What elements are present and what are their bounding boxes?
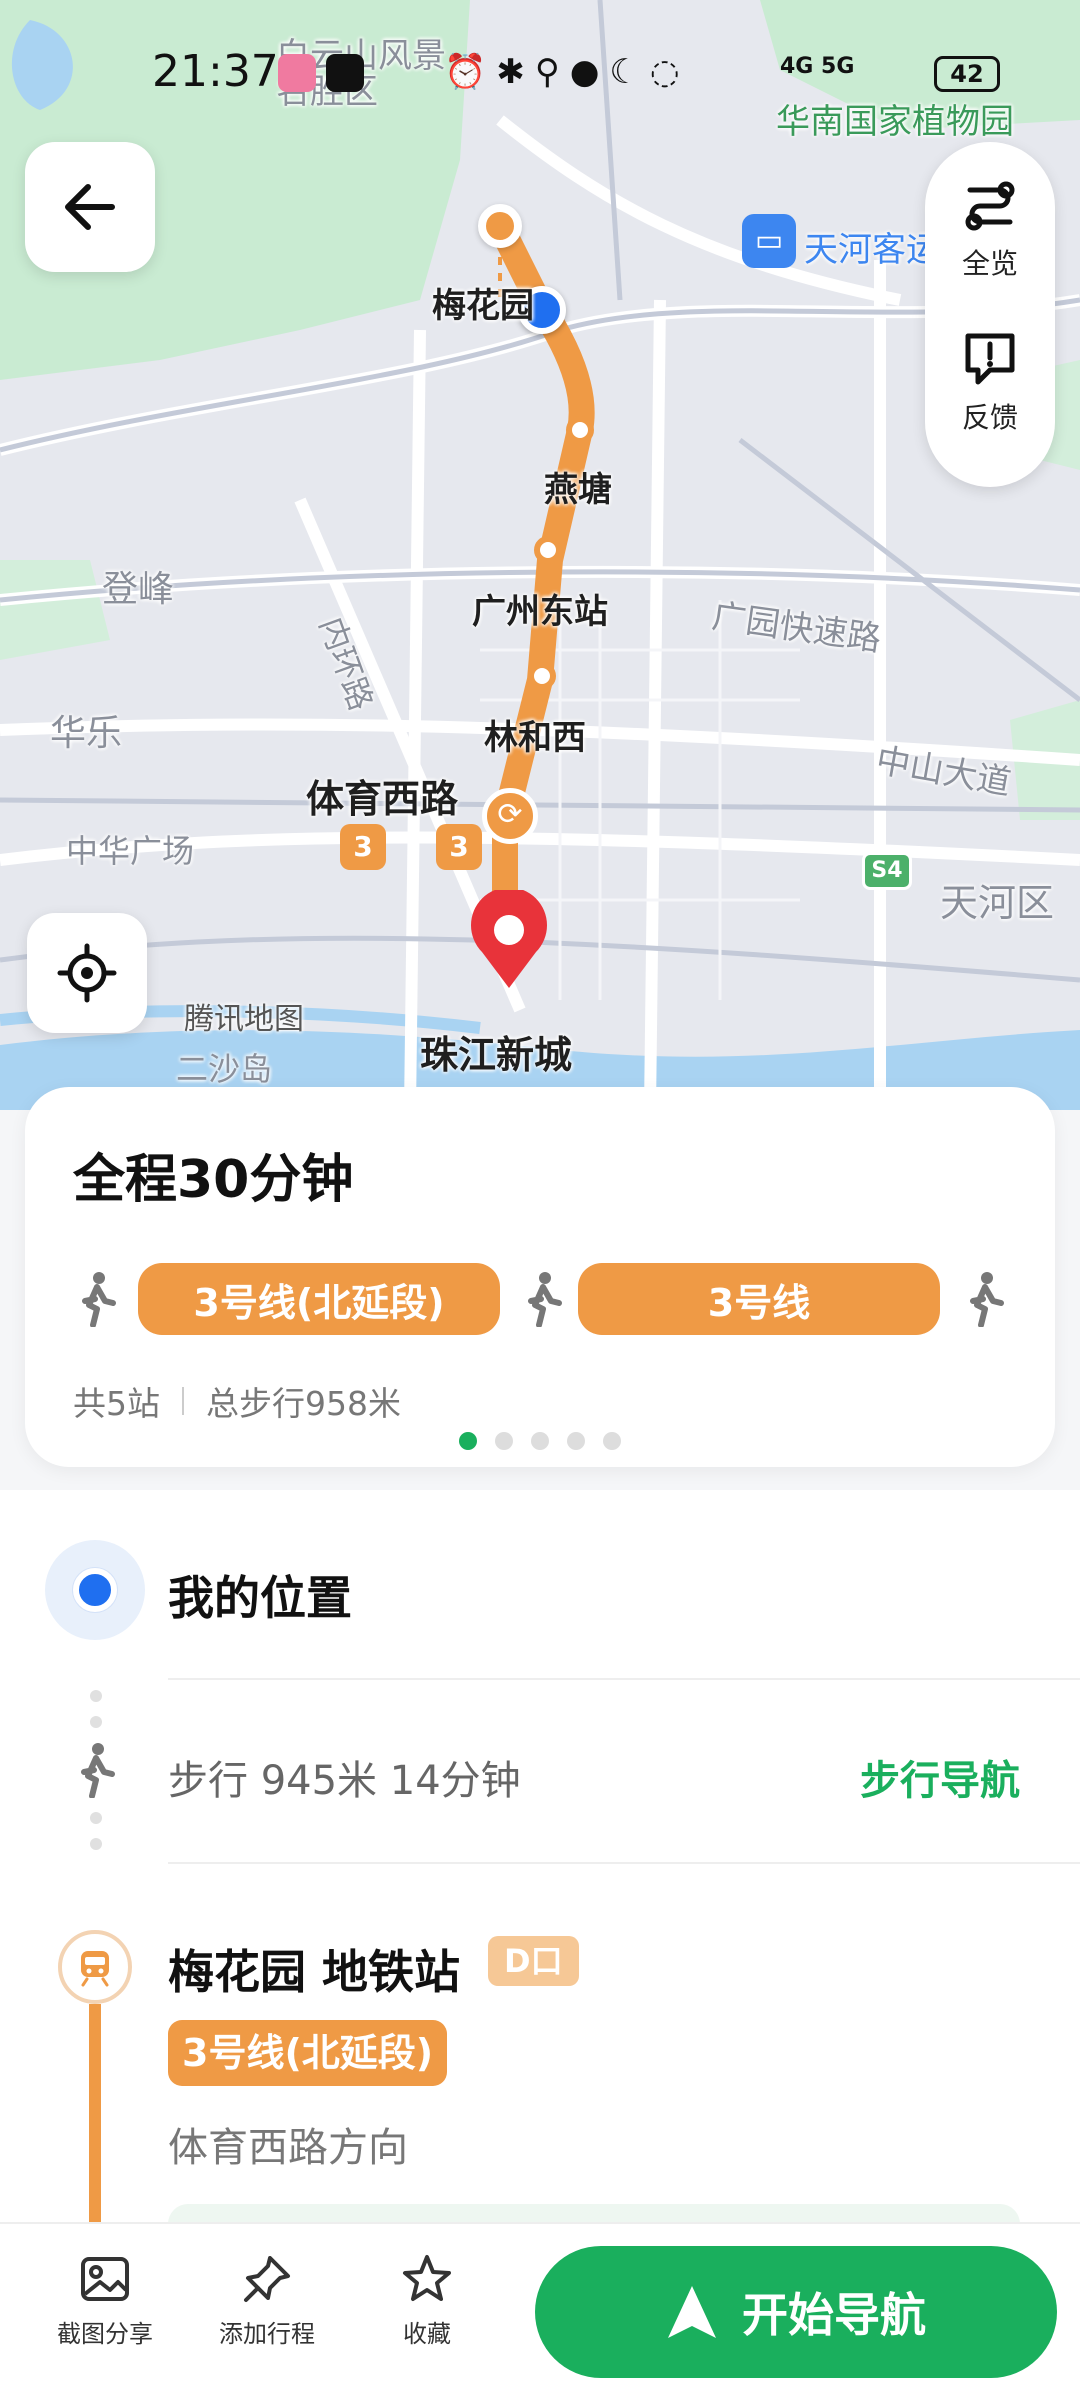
station-dot-gzeast: [534, 536, 562, 564]
pager-dot[interactable]: [603, 1432, 621, 1450]
star-icon: [403, 2255, 451, 2301]
map-label-zhonghua: 中华广场: [66, 832, 195, 870]
map-label-bus-station: 天河客运: [804, 230, 940, 270]
route-steps-list[interactable]: 我的位置 步行 945米 14分钟 步行导航 梅花园 地铁站 D口 3号线(北延…: [0, 1490, 1080, 2244]
system-status-icons: ⏰✱⚲●☾◌: [444, 52, 690, 92]
destination-pin-icon: [471, 890, 547, 988]
navigation-arrow-icon: [668, 2286, 716, 2338]
feedback-icon: [965, 333, 1015, 385]
total-walk-distance: 总步行958米: [206, 1384, 401, 1423]
segment-pill-line3: 3号线: [578, 1263, 940, 1335]
map-label-tiyuxilu: 体育西路: [306, 777, 459, 821]
route-pager-dots[interactable]: [25, 1432, 1055, 1450]
map-label-gzeast: 广州东站: [472, 592, 608, 632]
route-map[interactable]: ⟳ 3 3 S4 ▭ 白云山风景 名胜区 华南国家植物园 天河客运 梅花园 燕塘…: [0, 0, 1080, 1110]
back-button[interactable]: [25, 142, 155, 272]
bottom-action-bar: 截图分享 添加行程 收藏 开始导航: [0, 2222, 1080, 2400]
walk-dotted-line: [90, 1812, 102, 1864]
add-trip-label: 添加行程: [219, 2320, 315, 2348]
map-label-dengfeng: 登峰: [102, 569, 175, 610]
station-exit-badge: D口: [488, 1936, 579, 1986]
network-indicator: 4G 5G: [780, 54, 855, 79]
start-navigation-button[interactable]: 开始导航: [535, 2246, 1057, 2378]
walk-icon: [528, 1272, 562, 1327]
map-label-tianhe: 天河区: [940, 881, 1055, 925]
route-summary-card[interactable]: 全程30分钟 3号线(北延段) 3号线 共5站 总步行958米: [25, 1087, 1055, 1467]
feedback-button[interactable]: 反馈: [925, 328, 1055, 436]
walk-icon: [82, 1272, 116, 1327]
walk-dotted-line: [90, 1690, 102, 1742]
line3-badge-a: 3: [340, 824, 386, 870]
line3-badge-b: 3: [436, 824, 482, 870]
screenshot-share-label: 截图分享: [57, 2320, 153, 2348]
pager-dot[interactable]: [495, 1432, 513, 1450]
station-dot-yantang: [566, 416, 594, 444]
map-label-huale: 华乐: [50, 713, 123, 754]
feedback-label: 反馈: [961, 401, 1018, 434]
screenshot-share-button[interactable]: 截图分享: [30, 2252, 180, 2349]
s4-badge: S4: [862, 852, 912, 890]
bus-station-icon: ▭: [742, 214, 796, 268]
walk-icon: [81, 1743, 115, 1798]
map-label-meihua: 梅花园: [432, 286, 534, 326]
status-time: 21:37: [152, 46, 279, 97]
map-label-zhujiang: 珠江新城: [420, 1033, 573, 1077]
origin-title: 我的位置: [168, 1571, 352, 1625]
walk-step-text: 步行 945米 14分钟: [168, 1758, 521, 1804]
image-share-icon: [81, 2257, 129, 2301]
favorite-button[interactable]: 收藏: [352, 2252, 502, 2349]
status-bar: 21:37 ⏰✱⚲●☾◌ 4G 5G 42: [0, 40, 1080, 110]
map-label-ershadao: 二沙岛: [176, 1050, 273, 1088]
tiktok-icon: [326, 54, 364, 92]
overview-button[interactable]: 全览: [925, 174, 1055, 282]
locate-me-button[interactable]: [27, 913, 147, 1033]
arrow-left-icon: [65, 184, 115, 230]
metro-station-icon: [58, 1930, 132, 2004]
map-tools-panel: 全览 反馈: [925, 142, 1055, 487]
route-overview-icon: [965, 181, 1015, 231]
metro-route-line: [89, 2004, 101, 2234]
step-divider: [168, 1862, 1080, 1864]
origin-stop-marker: [478, 204, 522, 248]
metro-direction: 体育西路方向: [168, 2125, 408, 2171]
pin-icon: [244, 2256, 290, 2302]
bilibili-icon: [278, 54, 316, 92]
overview-label: 全览: [961, 247, 1018, 280]
battery-indicator: 42: [934, 56, 1000, 92]
origin-location-icon: [45, 1540, 145, 1640]
crosshair-icon: [57, 943, 117, 1003]
station-dot-linhexi: [528, 662, 556, 690]
segment-pill-line3-north: 3号线(北延段): [138, 1263, 500, 1335]
transfer-icon: ⟳: [482, 788, 538, 844]
favorite-label: 收藏: [403, 2320, 451, 2348]
notification-icons: [278, 54, 364, 92]
pager-dot[interactable]: [531, 1432, 549, 1450]
map-label-linhexi: 林和西: [484, 718, 586, 758]
route-duration-title: 全程30分钟: [73, 1150, 354, 1210]
walk-icon: [970, 1272, 1004, 1327]
step-divider: [168, 1678, 1080, 1680]
metro-line-tag: 3号线(北延段): [168, 2020, 448, 2086]
walk-navigation-link[interactable]: 步行导航: [860, 1748, 1020, 1806]
station-count: 共5站: [73, 1384, 160, 1423]
add-trip-button[interactable]: 添加行程: [192, 2252, 342, 2349]
route-meta: 共5站 总步行958米: [73, 1377, 401, 1425]
start-navigation-label: 开始导航: [742, 2288, 926, 2342]
map-label-yantang: 燕塘: [544, 470, 612, 510]
pager-dot[interactable]: [459, 1432, 477, 1450]
map-label-tencent: 腾讯地图: [184, 1002, 304, 1037]
meta-divider: [182, 1387, 184, 1415]
station-title: 梅花园 地铁站: [168, 1945, 461, 1999]
pager-dot[interactable]: [567, 1432, 585, 1450]
